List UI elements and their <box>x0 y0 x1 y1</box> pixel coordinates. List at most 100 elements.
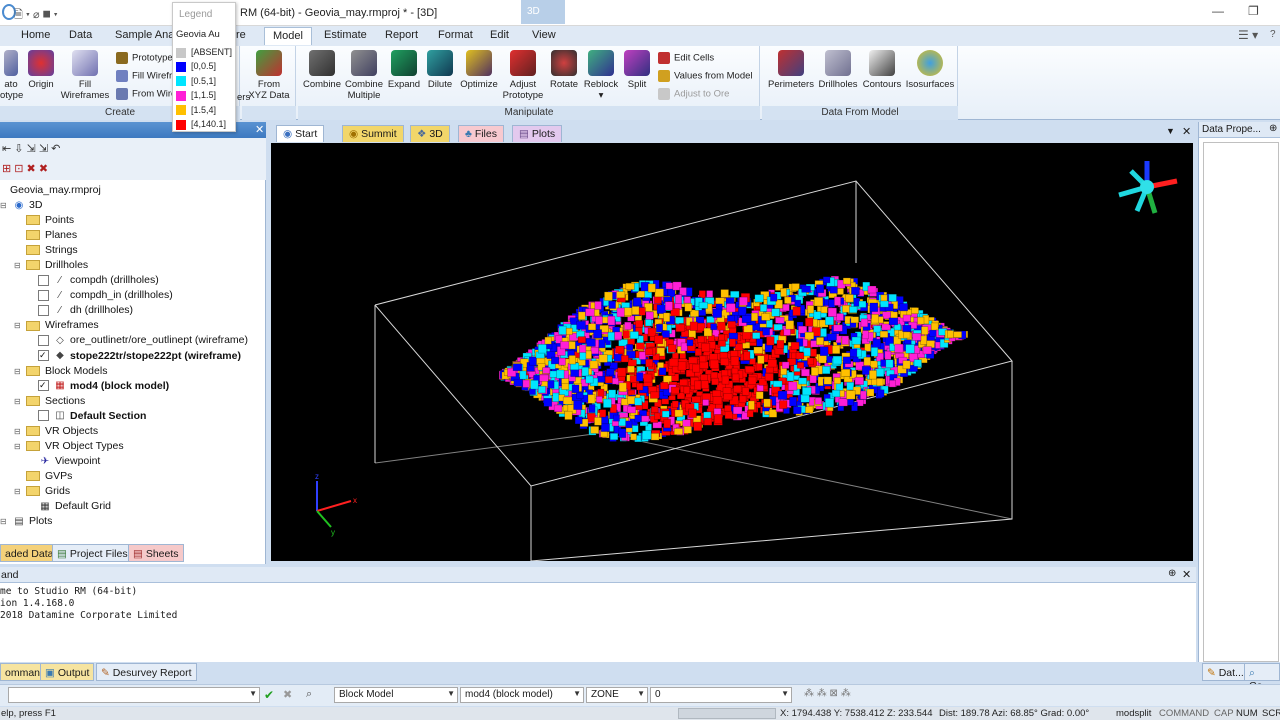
expand-toggle-icon[interactable]: ⊟ <box>0 517 8 526</box>
run-check-icon[interactable]: ✔ <box>264 688 274 702</box>
help-icon[interactable]: ? <box>1270 29 1276 40</box>
tab-data-properties[interactable]: ✎ Dat... <box>1202 663 1249 681</box>
tree-root[interactable]: Geovia_may.rmproj <box>10 184 101 199</box>
chevron-down-icon[interactable]: ▼ <box>781 689 789 698</box>
maximize-icon[interactable]: ❐ <box>1248 4 1259 18</box>
cancel-x-icon[interactable]: ✖ <box>283 688 292 701</box>
tree-item[interactable]: ⁄ dh (drillholes) <box>26 304 133 319</box>
tab-data[interactable]: Data <box>69 29 92 41</box>
chevron-down-icon[interactable]: ▼ <box>447 689 455 698</box>
tree-item[interactable]: ✓ ◆ stope222tr/stope222pt (wireframe) <box>26 350 241 365</box>
drillholes-button[interactable]: Drillholes <box>816 50 860 90</box>
tree-item[interactable]: Planes <box>14 229 77 244</box>
tree-item[interactable]: Strings <box>14 244 78 259</box>
visibility-checkbox[interactable] <box>38 410 49 422</box>
tree-item[interactable]: ⊟ Block Models <box>14 365 107 380</box>
tree-item[interactable]: ⊟ ▤ Plots <box>0 515 52 530</box>
tree-item[interactable]: ⊟ ◉ 3D <box>0 199 42 214</box>
edit-cells-button[interactable]: Edit Cells <box>658 52 714 64</box>
combine-button[interactable]: Combine <box>300 50 344 90</box>
tab-desurvey-report[interactable]: ✎ Desurvey Report <box>96 663 197 681</box>
tree-item[interactable]: ⊟ Grids <box>14 485 70 500</box>
3d-viewport[interactable]: z x y <box>271 143 1193 562</box>
tab-estimate[interactable]: Estimate <box>324 29 367 41</box>
object-select[interactable]: mod4 (block model) ▼ <box>460 687 584 703</box>
field-select[interactable]: ZONE ▼ <box>586 687 648 703</box>
pin-icon[interactable]: ⊕ <box>1269 123 1277 134</box>
tab-control[interactable]: ⌕ Co... <box>1244 663 1280 692</box>
chevron-down-icon[interactable]: ▼ <box>573 689 581 698</box>
minimize-icon[interactable]: — <box>1212 4 1224 18</box>
tree-item[interactable]: ⊟ Sections <box>14 395 85 410</box>
object-type-select[interactable]: Block Model ▼ <box>334 687 458 703</box>
tree-item[interactable]: ✈ Viewpoint <box>26 455 101 470</box>
expand-toggle-icon[interactable]: ⊟ <box>14 487 22 496</box>
tab-model[interactable]: Model <box>264 27 312 45</box>
perimeters-button[interactable]: Perimeters <box>766 50 816 90</box>
from-wireframe-small-button[interactable]: From Wire <box>116 88 176 100</box>
adjust-to-ore-button[interactable]: Adjust to Ore <box>658 88 729 100</box>
fill-wireframes-button[interactable]: Fill Wireframes <box>60 50 110 101</box>
tab-format[interactable]: Format <box>438 29 473 41</box>
tab-sheets[interactable]: ▤ Sheets <box>128 544 184 562</box>
expand-button[interactable]: Expand <box>386 50 422 90</box>
optimize-button[interactable]: Optimize <box>458 50 500 90</box>
visibility-checkbox[interactable] <box>38 274 49 286</box>
rotate-button[interactable]: Rotate <box>546 50 582 90</box>
tree-item[interactable]: ◫ Default Section <box>26 410 146 425</box>
expand-toggle-icon[interactable]: ⊟ <box>0 201 8 210</box>
tree-item[interactable]: ⁄ compdh (drillholes) <box>26 274 159 289</box>
quick-access-icon[interactable]: 🗎 ▾ ⌀ ◼ ▾ <box>14 6 58 25</box>
tree-item[interactable]: Points <box>14 214 74 229</box>
tab-summit[interactable]: ◉ Summit <box>342 125 404 142</box>
search-icon[interactable]: ⌕ <box>306 688 312 701</box>
command-input[interactable]: ▼ <box>8 687 260 703</box>
tab-view[interactable]: View <box>532 29 556 41</box>
tree-item[interactable]: ✓ ▦ mod4 (block model) <box>26 380 169 395</box>
pin-icon[interactable]: ⊕ <box>1168 568 1176 579</box>
visibility-checkbox[interactable]: ✓ <box>38 350 49 362</box>
tree-toolbar-icon-row-2[interactable]: ⊞ ⊡ ✖ ✖ <box>2 162 48 175</box>
tab-start[interactable]: ◉ Start <box>276 125 325 142</box>
origin-button[interactable]: Origin <box>26 50 56 90</box>
tree-item[interactable]: ⊟ VR Object Types <box>14 440 124 455</box>
chevron-down-icon[interactable]: ▼ <box>249 689 257 698</box>
filter-tools-icon[interactable]: ⁂ ⁂ ⊠ ⁂ <box>804 688 851 699</box>
fill-wireframe-small-button[interactable]: Fill Wirefra <box>116 70 177 82</box>
chevron-down-icon[interactable]: ▼ <box>637 689 645 698</box>
tree-item[interactable]: ⊟ Wireframes <box>14 319 99 334</box>
tree-item[interactable]: ▦ Default Grid <box>26 500 111 515</box>
prototype-small-button[interactable]: Prototype <box>116 52 173 64</box>
close-icon[interactable]: ✕ <box>1182 568 1191 581</box>
visibility-checkbox[interactable]: ✓ <box>38 380 49 392</box>
values-from-model-button[interactable]: Values from Model <box>658 70 753 82</box>
tab-files[interactable]: ♣ Files <box>458 125 504 142</box>
prototype-button[interactable]: ato otype <box>0 50 23 101</box>
tab-edit[interactable]: Edit <box>490 29 509 41</box>
combine-multiple-button[interactable]: Combine Multiple <box>344 50 384 101</box>
visibility-checkbox[interactable] <box>38 335 49 347</box>
close-icon[interactable]: ✕ <box>255 123 264 136</box>
contours-button[interactable]: Contours <box>860 50 904 90</box>
tree-item[interactable]: ⁄ compdh_in (drillholes) <box>26 289 173 304</box>
view-orientation-icon[interactable] <box>1118 161 1178 214</box>
tab-output[interactable]: ▣ Output <box>40 663 95 681</box>
expand-toggle-icon[interactable]: ⊟ <box>14 442 22 451</box>
tab-project-files[interactable]: ▤ Project Files <box>52 544 133 562</box>
tab-3d[interactable]: ❖ 3D <box>410 125 450 142</box>
visibility-checkbox[interactable] <box>38 290 49 302</box>
tree-item[interactable]: ⊟ VR Objects <box>14 425 98 440</box>
value-select[interactable]: 0 ▼ <box>650 687 792 703</box>
expand-toggle-icon[interactable]: ⊟ <box>14 321 22 330</box>
isosurfaces-button[interactable]: Isosurfaces <box>904 50 956 90</box>
tree-item[interactable]: ◇ ore_outlinetr/ore_outlinept (wireframe) <box>26 334 248 349</box>
expand-toggle-icon[interactable]: ⊟ <box>14 261 22 270</box>
close-document-icon[interactable]: ✕ <box>1182 125 1191 138</box>
adjust-prototype-button[interactable]: Adjust Prototype <box>500 50 546 101</box>
visibility-checkbox[interactable] <box>38 305 49 317</box>
from-xyz-data-button[interactable]: From XYZ Data <box>244 50 294 101</box>
expand-toggle-icon[interactable]: ⊟ <box>14 397 22 406</box>
tab-report[interactable]: Report <box>385 29 418 41</box>
tab-plots[interactable]: ▤ Plots <box>512 125 563 142</box>
tab-partial[interactable]: re <box>236 29 246 41</box>
